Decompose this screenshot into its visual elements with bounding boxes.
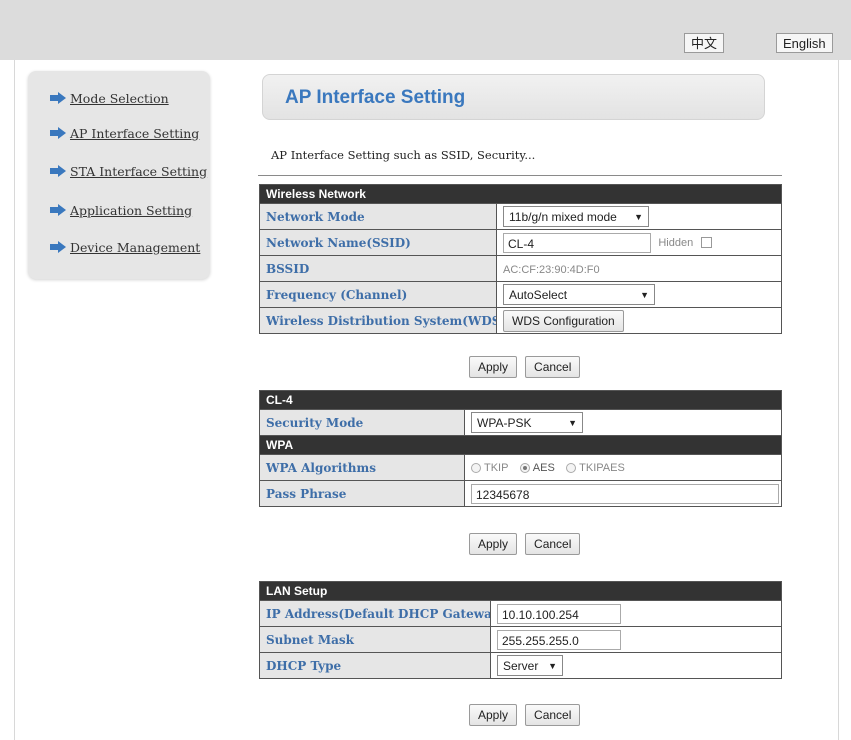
tkip-radio[interactable]: [471, 463, 481, 474]
sidebar-item-ap-interface[interactable]: AP Interface Setting: [50, 123, 199, 143]
page-title-box: AP Interface Setting: [262, 74, 765, 120]
pass-phrase-input[interactable]: 12345678: [471, 483, 779, 504]
security-mode-value: WPA-PSK: [477, 415, 532, 430]
aes-radio[interactable]: [519, 463, 530, 474]
network-mode-value: 11b/g/n mixed mode: [509, 209, 617, 224]
subnet-mask-label: Subnet Mask: [259, 626, 491, 653]
top-bar: 中文 English: [0, 0, 851, 60]
wireless-network-header: Wireless Network: [259, 184, 782, 204]
lan-setup-header: LAN Setup: [259, 581, 782, 601]
dhcp-type-value: Server: [503, 658, 539, 673]
ip-address-label: IP Address(Default DHCP Gateway): [259, 600, 491, 627]
lan-setup-table: LAN Setup IP Address(Default DHCP Gatewa…: [259, 581, 782, 679]
dhcp-type-label: DHCP Type: [259, 652, 491, 679]
security-apply-button[interactable]: Apply: [469, 533, 518, 555]
sidebar-item-device-management[interactable]: Device Management: [50, 237, 200, 257]
hidden-ssid-checkbox[interactable]: [700, 237, 712, 248]
security-ssid-header: CL-4: [258, 390, 783, 410]
ssid-input[interactable]: CL-4: [503, 232, 651, 253]
chinese-language-button[interactable]: 中文: [684, 33, 725, 53]
page-title: AP Interface Setting: [285, 87, 466, 108]
dropdown-arrow-icon: ▼: [568, 417, 577, 428]
dropdown-arrow-icon: ▼: [634, 211, 643, 222]
wpa-header: WPA: [258, 435, 783, 455]
lan-apply-button[interactable]: Apply: [469, 704, 518, 726]
sidebar-item-application[interactable]: Application Setting: [50, 200, 192, 220]
sidebar-item-label: Application Setting: [70, 202, 193, 218]
tkip-label: TKIP: [484, 462, 509, 475]
security-table: CL-4 Security Mode WPA-PSK ▼ WPA WPA Alg…: [258, 390, 783, 507]
sidebar-item-label: Device Management: [70, 239, 201, 255]
sidebar: Mode Selection AP Interface Setting STA …: [28, 71, 210, 279]
dropdown-arrow-icon: ▼: [548, 660, 557, 671]
aes-label: AES: [532, 462, 555, 475]
sidebar-item-mode-selection[interactable]: Mode Selection: [50, 88, 169, 108]
divider: [258, 175, 782, 176]
tkipaes-radio[interactable]: [566, 463, 577, 474]
ip-address-input[interactable]: 10.10.100.254: [497, 603, 621, 624]
frequency-select[interactable]: AutoSelect ▼: [503, 284, 655, 305]
frequency-label: Frequency (Channel): [259, 281, 497, 308]
wireless-cancel-button[interactable]: Cancel: [525, 356, 581, 378]
dropdown-arrow-icon: ▼: [640, 289, 649, 300]
ssid-label: Network Name(SSID): [259, 229, 497, 256]
network-mode-select[interactable]: 11b/g/n mixed mode ▼: [503, 206, 649, 227]
wireless-network-table: Wireless Network Network Mode 11b/g/n mi…: [259, 184, 782, 334]
arrow-right-icon: [50, 241, 66, 253]
bssid-value: AC:CF:23:90:4D:F0: [503, 263, 600, 276]
pass-phrase-label: Pass Phrase: [259, 480, 465, 507]
lan-actions: Apply Cancel: [469, 704, 581, 726]
wds-configuration-button[interactable]: WDS Configuration: [503, 309, 624, 332]
frequency-value: AutoSelect: [509, 287, 568, 302]
sidebar-item-sta-interface[interactable]: STA Interface Setting: [50, 161, 207, 181]
page-description: AP Interface Setting such as SSID, Secur…: [271, 148, 536, 162]
tkipaes-label: TKIPAES: [579, 462, 625, 475]
dhcp-type-select[interactable]: Server ▼: [497, 655, 563, 676]
security-cancel-button[interactable]: Cancel: [525, 533, 581, 555]
lan-cancel-button[interactable]: Cancel: [525, 704, 581, 726]
wds-label: Wireless Distribution System(WDS): [259, 307, 497, 334]
wireless-apply-button[interactable]: Apply: [469, 356, 518, 378]
hidden-label: Hidden: [658, 236, 694, 249]
wireless-actions: Apply Cancel: [469, 356, 581, 378]
wpa-algorithms-label: WPA Algorithms: [259, 454, 465, 481]
sidebar-item-label: AP Interface Setting: [70, 125, 200, 141]
security-actions: Apply Cancel: [469, 533, 581, 555]
security-mode-select[interactable]: WPA-PSK ▼: [471, 412, 583, 433]
arrow-right-icon: [50, 204, 66, 216]
arrow-right-icon: [50, 127, 66, 139]
english-language-button[interactable]: English: [776, 33, 833, 53]
bssid-label: BSSID: [259, 255, 497, 282]
sidebar-item-label: Mode Selection: [70, 90, 169, 106]
subnet-mask-input[interactable]: 255.255.255.0: [497, 629, 621, 650]
arrow-right-icon: [50, 92, 66, 104]
sidebar-item-label: STA Interface Setting: [70, 163, 208, 179]
arrow-right-icon: [50, 165, 66, 177]
network-mode-label: Network Mode: [259, 203, 497, 230]
security-mode-label: Security Mode: [259, 409, 465, 436]
